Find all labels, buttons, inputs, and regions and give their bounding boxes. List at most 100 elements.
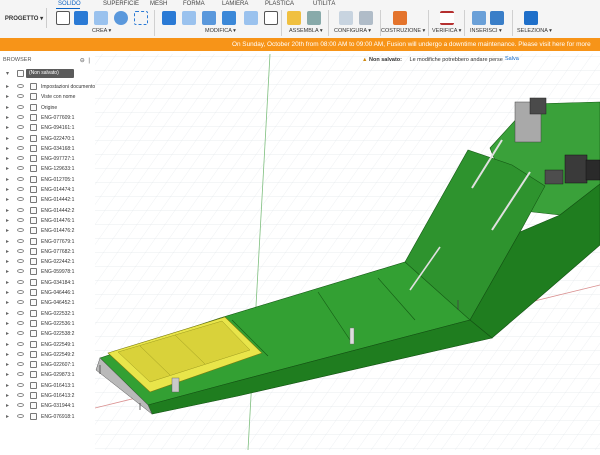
joint-icon[interactable] [307,11,321,25]
browser-item[interactable]: ▸ ENG-077679:1 [0,237,95,247]
visibility-eye-icon[interactable] [17,238,24,243]
browser-item[interactable]: ▸ ENG-077682:1 [0,247,95,257]
expand-arrow-icon[interactable]: ▸ [6,145,9,152]
expand-arrow-icon[interactable]: ▸ [6,361,9,368]
visibility-eye-icon[interactable] [17,413,24,418]
visibility-eye-icon[interactable] [17,331,24,336]
browser-item[interactable]: ▸ ENG-059978:1 [0,267,95,277]
insert-image-icon[interactable] [472,11,486,25]
expand-arrow-icon[interactable]: ▸ [6,135,9,142]
browser-item[interactable]: ▸ Impostazioni documento [0,82,95,92]
expand-arrow-icon[interactable]: ▸ [6,258,9,265]
group-verifica[interactable]: VERIFICA ▾ [432,28,461,34]
tab-plastica[interactable]: PLASTICA [265,1,294,7]
browser-item[interactable]: ▸ ENG-022536:1 [0,319,95,329]
browser-item[interactable]: ▸ ENG-094161:1 [0,123,95,133]
panel-controls-icon[interactable]: ⊖ | [80,57,91,64]
3d-viewport[interactable] [94,53,600,451]
visibility-eye-icon[interactable] [17,362,24,367]
group-crea[interactable]: CREA ▾ [92,28,111,34]
browser-item[interactable]: ▸ ENG-029873:1 [0,370,95,380]
browser-item[interactable]: ▸ ENG-022607:1 [0,360,95,370]
tab-utilita[interactable]: UTILITÀ [313,1,335,7]
browser-item[interactable]: ▸ ENG-014476:2 [0,226,95,236]
visibility-eye-icon[interactable] [17,166,24,171]
browser-item[interactable]: ▸ Origine [0,103,95,113]
browser-item[interactable]: ▸ ENG-097727:1 [0,154,95,164]
visibility-eye-icon[interactable] [17,176,24,181]
visibility-eye-icon[interactable] [17,207,24,212]
configure-icon[interactable] [339,11,353,25]
expand-arrow-icon[interactable]: ▸ [6,165,9,172]
browser-root-document[interactable]: (Non salvato) [26,69,74,78]
offset-plane-icon[interactable] [393,11,407,25]
visibility-eye-icon[interactable] [17,279,24,284]
viewport-canvas[interactable] [94,53,600,451]
browser-item[interactable]: ▸ ENG-034168:1 [0,144,95,154]
extrude-icon[interactable] [74,11,88,25]
visibility-eye-icon[interactable] [17,320,24,325]
visibility-eye-icon[interactable] [17,290,24,294]
expand-arrow-icon[interactable]: ▸ [6,299,9,306]
visibility-eye-icon[interactable] [17,94,24,99]
browser-item[interactable]: ▸ ENG-022549:2 [0,350,95,360]
chamfer-icon[interactable] [202,11,216,25]
expand-arrow-icon[interactable]: ▸ [6,227,9,234]
expand-arrow-icon[interactable]: ▸ [6,176,9,183]
visibility-eye-icon[interactable] [17,125,24,130]
expand-arrow-icon[interactable]: ▸ [6,341,9,348]
visibility-eye-icon[interactable] [17,269,24,274]
browser-item[interactable]: ▸ ENG-077609:1 [0,113,95,123]
pattern-icon[interactable] [134,11,148,25]
browser-item[interactable]: ▸ ENG-014442:2 [0,206,95,216]
visibility-eye-icon[interactable] [17,403,24,408]
shell-icon[interactable] [222,11,236,25]
expand-arrow-icon[interactable]: ▸ [6,402,9,409]
browser-item[interactable]: ▸ ENG-012705:1 [0,175,95,185]
group-assembla[interactable]: ASSEMBLA ▾ [289,28,323,34]
expand-arrow-icon[interactable]: ▸ [6,248,9,255]
expand-arrow-icon[interactable]: ▸ [6,186,9,193]
browser-item[interactable]: ▸ ENG-016413:2 [0,391,95,401]
expand-arrow-icon[interactable]: ▸ [6,207,9,214]
expand-arrow-icon[interactable]: ▸ [6,413,9,420]
visibility-eye-icon[interactable] [17,310,24,315]
select-cursor-icon[interactable] [524,11,538,25]
visibility-eye-icon[interactable] [17,104,24,109]
measure-icon[interactable] [440,11,454,25]
group-configura[interactable]: CONFIGURA ▾ [334,28,371,34]
visibility-eye-icon[interactable] [17,228,24,233]
drive-motor[interactable] [564,154,588,184]
visibility-eye-icon[interactable] [17,351,24,356]
browser-item[interactable]: ▸ ENG-022538:2 [0,329,95,339]
visibility-eye-icon[interactable] [17,372,24,377]
expand-arrow-icon[interactable]: ▸ [6,268,9,275]
visibility-eye-icon[interactable] [17,156,24,161]
move-icon[interactable] [264,11,278,25]
expand-arrow-icon[interactable]: ▸ [6,217,9,224]
expand-arrow-icon[interactable]: ▸ [6,114,9,121]
browser-item[interactable]: ▸ ENG-014476:1 [0,216,95,226]
browser-item[interactable]: ▸ ENG-046446:1 [0,288,95,298]
group-costruzione[interactable]: COSTRUZIONE ▾ [381,28,425,34]
expand-arrow-icon[interactable]: ▸ [6,104,9,111]
browser-item[interactable]: ▸ ENG-046452:1 [0,298,95,308]
tab-lamiera[interactable]: LAMIERA [222,1,248,7]
browser-item[interactable]: ▸ ENG-022470:1 [0,134,95,144]
visibility-eye-icon[interactable] [17,300,24,305]
expand-arrow-icon[interactable]: ▸ [6,155,9,162]
expand-arrow-icon[interactable]: ▸ [6,320,9,327]
browser-item[interactable]: ▸ Viste con nome [0,92,95,102]
visibility-eye-icon[interactable] [17,84,24,88]
hole-icon[interactable] [114,11,128,25]
insert-mesh-icon[interactable] [490,11,504,25]
expand-arrow-icon[interactable]: ▸ [6,351,9,358]
visibility-eye-icon[interactable] [17,259,24,264]
expand-arrow-icon[interactable]: ▸ [6,83,9,90]
group-modifica[interactable]: MODIFICA ▾ [205,28,236,34]
browser-item[interactable]: ▸ ENG-076918:1 [0,412,95,422]
parameters-icon[interactable] [359,11,373,25]
browser-item[interactable]: ▸ ENG-014474:1 [0,185,95,195]
fillet-icon[interactable] [182,11,196,25]
visibility-eye-icon[interactable] [17,248,24,253]
